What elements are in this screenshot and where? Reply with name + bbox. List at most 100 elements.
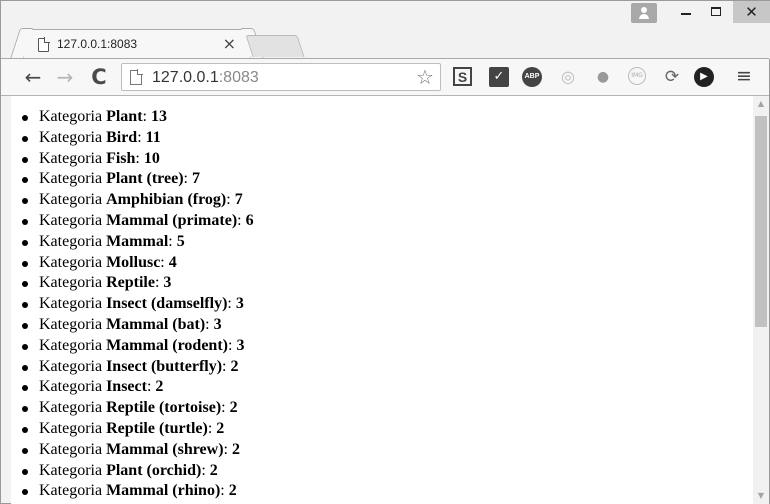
category-name: Insect (butterfly) [106,357,223,375]
category-count: 2 [155,378,164,396]
category-count: 13 [150,108,167,125]
tab-active[interactable]: 127.0.0.1:8083 × [23,29,251,59]
category-prefix: Kategoria [39,108,103,125]
tab-close-icon[interactable]: × [223,34,236,53]
category-count: 5 [176,232,185,250]
category-prefix: Kategoria [39,274,103,292]
page-icon [130,69,143,85]
category-name: Reptile [106,274,155,292]
scroll-up-icon[interactable]: ▲ [753,96,769,112]
list-item: Kategoria Amphibian (frog): 7 [22,190,254,211]
category-count: 2 [209,461,218,479]
category-prefix: Kategoria [39,170,103,188]
list-item: Kategoria Insect: 2 [22,377,254,398]
category-count: 7 [234,191,243,209]
category-count: 10 [143,149,160,167]
category-name: Mammal (bat) [106,315,206,333]
list-item: Kategoria Fish: 10 [22,149,254,170]
list-item: Kategoria Mammal: 5 [22,232,254,253]
extension-sync-icon[interactable]: ⟳ [662,67,682,87]
category-prefix: Kategoria [39,295,103,313]
category-name: Mammal (rodent) [106,336,228,354]
address-bar[interactable]: 127.0.0.1:8083 ☆ [121,63,441,91]
url-port: :8083 [218,69,259,86]
category-list: Kategoria Plant: 13 Kategoria Bird: 11 Kat… [22,107,254,502]
list-item: Kategoria Insect (damselfly): 3 [22,294,254,315]
category-count: 11 [145,128,161,146]
bookmark-star-icon[interactable]: ☆ [416,65,434,89]
category-name: Mammal (shrew) [106,440,224,458]
category-count: 3 [235,295,244,313]
category-count: 2 [231,440,240,458]
category-prefix: Kategoria [39,378,103,396]
category-name: Insect [106,378,147,396]
extension-cup-icon[interactable]: ● [593,67,613,87]
category-count: 2 [230,357,239,375]
url-text[interactable]: 127.0.0.1:8083 [152,69,259,87]
list-item: Kategoria Bird: 11 [22,128,254,149]
category-name: Plant (orchid) [106,461,202,479]
category-name: Insect (damselfly) [106,295,228,313]
url-host: 127.0.0.1 [152,69,219,86]
category-prefix: Kategoria [39,461,103,479]
category-name: Mammal (primate) [106,211,238,229]
scroll-down-icon[interactable]: ▼ [753,488,769,504]
list-item: Kategoria Reptile (tortoise): 2 [22,398,254,419]
category-prefix: Kategoria [39,149,103,167]
category-name: Mollusc [106,253,161,271]
list-item: Kategoria Mammal (rodent): 3 [22,336,254,357]
category-count: 6 [245,211,254,229]
category-name: Plant (tree) [106,170,184,188]
category-name: Plant [106,108,143,125]
list-item: Kategoria Mammal (bat): 3 [22,315,254,336]
new-tab-button[interactable] [245,35,305,57]
page-icon [38,38,49,52]
category-prefix: Kategoria [39,336,103,354]
title-bar: 127.0.0.1:8083 × ✕ [1,1,770,59]
list-item: Kategoria Plant (tree): 7 [22,169,254,190]
category-count: 3 [213,315,222,333]
category-prefix: Kategoria [39,315,103,333]
category-name: Reptile (turtle) [106,419,208,437]
category-count: 4 [168,253,177,271]
category-prefix: Kategoria [39,482,103,500]
close-window-button[interactable]: ✕ [733,1,770,23]
category-count: 3 [236,336,245,354]
list-item: Kategoria Reptile (turtle): 2 [22,419,254,440]
category-prefix: Kategoria [39,399,103,417]
category-name: Mammal [106,232,169,250]
menu-icon[interactable]: ≡ [734,67,754,87]
category-name: Amphibian (frog) [106,191,227,209]
user-profile-icon[interactable] [631,3,657,23]
list-item: Kategoria Mammal (primate): 6 [22,211,254,232]
category-name: Bird [106,128,138,146]
back-button[interactable]: ← [21,65,45,89]
minimize-button[interactable] [671,1,701,23]
browser-toolbar: ← → C 127.0.0.1:8083 ☆ S ✓ ABP ◎ ● IMG ⟳… [1,58,769,96]
category-prefix: Kategoria [39,253,103,271]
category-count: 2 [228,482,237,500]
scroll-thumb[interactable] [755,116,767,327]
extension-check-icon[interactable]: ✓ [489,67,509,87]
category-prefix: Kategoria [39,440,103,458]
reload-button[interactable]: C [87,65,111,89]
category-name: Fish [106,149,136,167]
extension-s-icon[interactable]: S [453,67,472,86]
extension-play-icon[interactable]: ▶ [694,67,714,87]
vertical-scrollbar[interactable]: ▲ ▼ [753,96,769,504]
list-item: Kategoria Mammal (rhino): 2 [22,481,254,502]
list-item: Kategoria Plant (orchid): 2 [22,461,254,482]
category-count: 2 [216,419,225,437]
forward-button[interactable]: → [53,65,77,89]
category-prefix: Kategoria [39,232,103,250]
category-count: 7 [191,170,200,188]
extension-ring-icon[interactable]: ◎ [558,67,578,87]
browser-window: 127.0.0.1:8083 × ✕ ← → C 127.0.0.1:8083 … [0,0,770,504]
extension-img-icon[interactable]: IMG [628,67,646,85]
list-item: Kategoria Insect (butterfly): 2 [22,357,254,378]
category-prefix: Kategoria [39,128,103,146]
adblock-plus-icon[interactable]: ABP [522,67,542,87]
maximize-button[interactable] [701,1,731,23]
category-prefix: Kategoria [39,357,103,375]
page-content: Kategoria Plant: 13 Kategoria Bird: 11 Kat… [11,96,769,504]
